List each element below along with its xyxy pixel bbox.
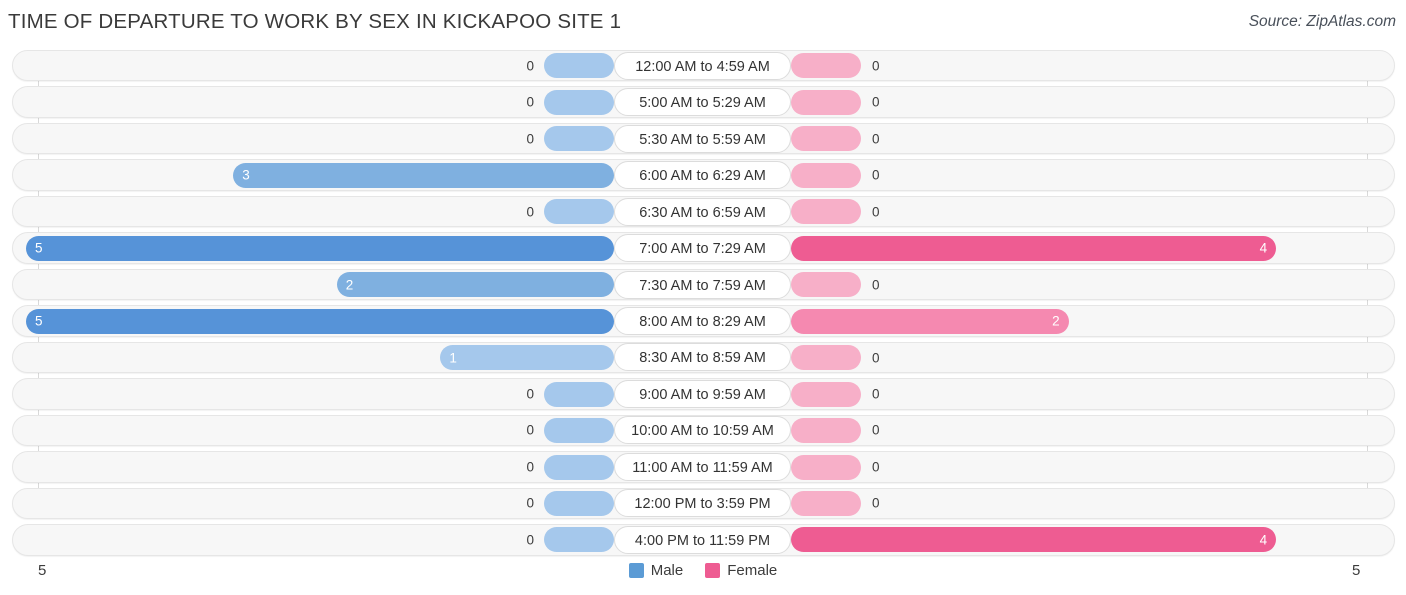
male-bar-value: 0 bbox=[526, 204, 534, 220]
source-attribution: Source: ZipAtlas.com bbox=[1248, 13, 1396, 30]
female-bar-value: 0 bbox=[872, 167, 880, 183]
legend-label: Male bbox=[650, 562, 684, 579]
male-bar-value: 1 bbox=[449, 350, 457, 366]
female-bar-value: 0 bbox=[872, 386, 880, 402]
male-bar-value: 3 bbox=[242, 167, 250, 183]
category-label[interactable]: 9:00 AM to 9:59 AM bbox=[614, 379, 791, 408]
female-bar[interactable] bbox=[791, 454, 861, 480]
chart-footer: 5 5 Male Female bbox=[0, 555, 1406, 595]
legend-item[interactable]: Female bbox=[705, 562, 777, 579]
male-bar-value: 0 bbox=[526, 58, 534, 74]
male-bar-value: 5 bbox=[35, 240, 43, 256]
male-bar-value: 0 bbox=[526, 459, 534, 475]
female-bar[interactable] bbox=[791, 162, 861, 188]
female-bar[interactable] bbox=[791, 272, 861, 298]
male-bar[interactable] bbox=[544, 527, 614, 553]
female-bar[interactable]: 4 bbox=[791, 527, 1277, 553]
legend-swatch-icon bbox=[628, 563, 644, 578]
male-bar[interactable] bbox=[544, 199, 614, 225]
female-bar-value: 0 bbox=[872, 58, 880, 74]
female-bar[interactable] bbox=[791, 53, 861, 79]
male-bar[interactable] bbox=[544, 53, 614, 79]
legend-item[interactable]: Male bbox=[628, 562, 684, 579]
male-bar-value: 0 bbox=[526, 422, 534, 438]
category-label[interactable]: 5:30 AM to 5:59 AM bbox=[614, 124, 791, 153]
bar-row: 1 0 8:30 AM to 8:59 AM bbox=[0, 341, 1406, 374]
bar-row: 3 0 6:00 AM to 6:29 AM bbox=[0, 159, 1406, 191]
male-bar-value: 5 bbox=[35, 313, 43, 329]
male-bar[interactable]: 5 bbox=[26, 308, 614, 334]
legend-label: Female bbox=[727, 562, 778, 579]
male-bar-value: 0 bbox=[526, 386, 534, 402]
bar-row: 0 0 12:00 PM to 3:59 PM bbox=[0, 487, 1406, 520]
male-bar[interactable]: 5 bbox=[26, 235, 614, 261]
female-bar-value: 2 bbox=[1052, 313, 1060, 329]
bar-row: 0 0 5:30 AM to 5:59 AM bbox=[0, 122, 1406, 155]
page-title: TIME OF DEPARTURE TO WORK BY SEX IN KICK… bbox=[8, 10, 622, 33]
bar-row: 0 0 9:00 AM to 9:59 AM bbox=[0, 378, 1406, 410]
male-bar-value: 0 bbox=[526, 94, 534, 110]
male-bar[interactable] bbox=[544, 381, 614, 407]
female-bar[interactable] bbox=[791, 491, 861, 516]
category-label[interactable]: 5:00 AM to 5:29 AM bbox=[614, 88, 791, 117]
female-bar[interactable] bbox=[791, 345, 861, 371]
male-bar-value: 0 bbox=[526, 495, 534, 511]
female-bar[interactable] bbox=[791, 126, 861, 152]
bar-rows-container: 0 0 12:00 AM to 4:59 AM 0 0 5:00 AM to 5:29 A… bbox=[0, 50, 1406, 561]
category-label[interactable]: 4:00 PM to 11:59 PM bbox=[614, 525, 791, 554]
bar-row: 0 0 5:00 AM to 5:29 AM bbox=[0, 86, 1406, 118]
female-bar-value: 0 bbox=[872, 459, 880, 475]
category-label[interactable]: 12:00 PM to 3:59 PM bbox=[614, 489, 791, 518]
male-bar-value: 0 bbox=[526, 131, 534, 147]
female-bar-value: 0 bbox=[872, 495, 880, 511]
female-bar-value: 0 bbox=[872, 131, 880, 147]
male-bar[interactable]: 1 bbox=[440, 345, 614, 371]
category-label[interactable]: 11:00 AM to 11:59 AM bbox=[614, 452, 791, 481]
female-bar-value: 0 bbox=[872, 350, 880, 366]
female-bar-value: 4 bbox=[1259, 532, 1268, 548]
female-bar[interactable]: 2 bbox=[791, 308, 1069, 334]
male-bar[interactable] bbox=[544, 89, 614, 115]
category-label[interactable]: 12:00 AM to 4:59 AM bbox=[614, 51, 791, 80]
bar-row: 0 4 4:00 PM to 11:59 PM bbox=[0, 524, 1406, 556]
male-bar[interactable] bbox=[544, 454, 614, 480]
male-bar[interactable] bbox=[544, 126, 614, 152]
category-label[interactable]: 10:00 AM to 10:59 AM bbox=[614, 416, 791, 445]
bar-row: 0 0 6:30 AM to 6:59 AM bbox=[0, 195, 1406, 228]
bar-row: 5 2 8:00 AM to 8:29 AM bbox=[0, 305, 1406, 337]
male-bar-value: 2 bbox=[345, 277, 354, 293]
bar-row: 5 4 7:00 AM to 7:29 AM bbox=[0, 232, 1406, 264]
female-bar[interactable] bbox=[791, 89, 861, 115]
bar-row: 0 0 11:00 AM to 11:59 AM bbox=[0, 451, 1406, 483]
bar-row: 2 0 7:30 AM to 7:59 AM bbox=[0, 268, 1406, 301]
chart-legend: Male Female bbox=[0, 562, 1406, 579]
female-bar[interactable] bbox=[791, 418, 861, 444]
female-bar-value: 0 bbox=[872, 422, 880, 438]
male-bar[interactable]: 2 bbox=[336, 272, 614, 298]
female-bar-value: 4 bbox=[1259, 240, 1268, 256]
female-bar[interactable] bbox=[791, 199, 861, 225]
category-label[interactable]: 7:00 AM to 7:29 AM bbox=[614, 234, 791, 263]
chart-page: TIME OF DEPARTURE TO WORK BY SEX IN KICK… bbox=[0, 0, 1406, 595]
bar-row: 0 0 10:00 AM to 10:59 AM bbox=[0, 414, 1406, 447]
category-label[interactable]: 6:00 AM to 6:29 AM bbox=[614, 161, 791, 190]
male-bar[interactable] bbox=[544, 418, 614, 444]
male-bar[interactable]: 3 bbox=[233, 162, 614, 188]
category-label[interactable]: 8:00 AM to 8:29 AM bbox=[614, 306, 791, 335]
bar-row: 0 0 12:00 AM to 4:59 AM bbox=[0, 50, 1406, 82]
female-bar-value: 0 bbox=[872, 204, 880, 220]
chart-plot-area: 0 0 12:00 AM to 4:59 AM 0 0 5:00 AM to 5:29 A… bbox=[0, 50, 1406, 556]
female-bar-value: 0 bbox=[872, 277, 880, 293]
female-bar-value: 0 bbox=[872, 94, 880, 110]
male-bar-value: 0 bbox=[526, 532, 534, 548]
category-label[interactable]: 7:30 AM to 7:59 AM bbox=[614, 270, 791, 299]
female-bar[interactable] bbox=[791, 381, 861, 407]
male-bar[interactable] bbox=[544, 491, 614, 516]
female-bar[interactable]: 4 bbox=[791, 235, 1277, 261]
legend-swatch-icon bbox=[705, 563, 721, 578]
category-label[interactable]: 8:30 AM to 8:59 AM bbox=[614, 343, 791, 372]
category-label[interactable]: 6:30 AM to 6:59 AM bbox=[614, 197, 791, 226]
chart-header: TIME OF DEPARTURE TO WORK BY SEX IN KICK… bbox=[0, 0, 1406, 46]
